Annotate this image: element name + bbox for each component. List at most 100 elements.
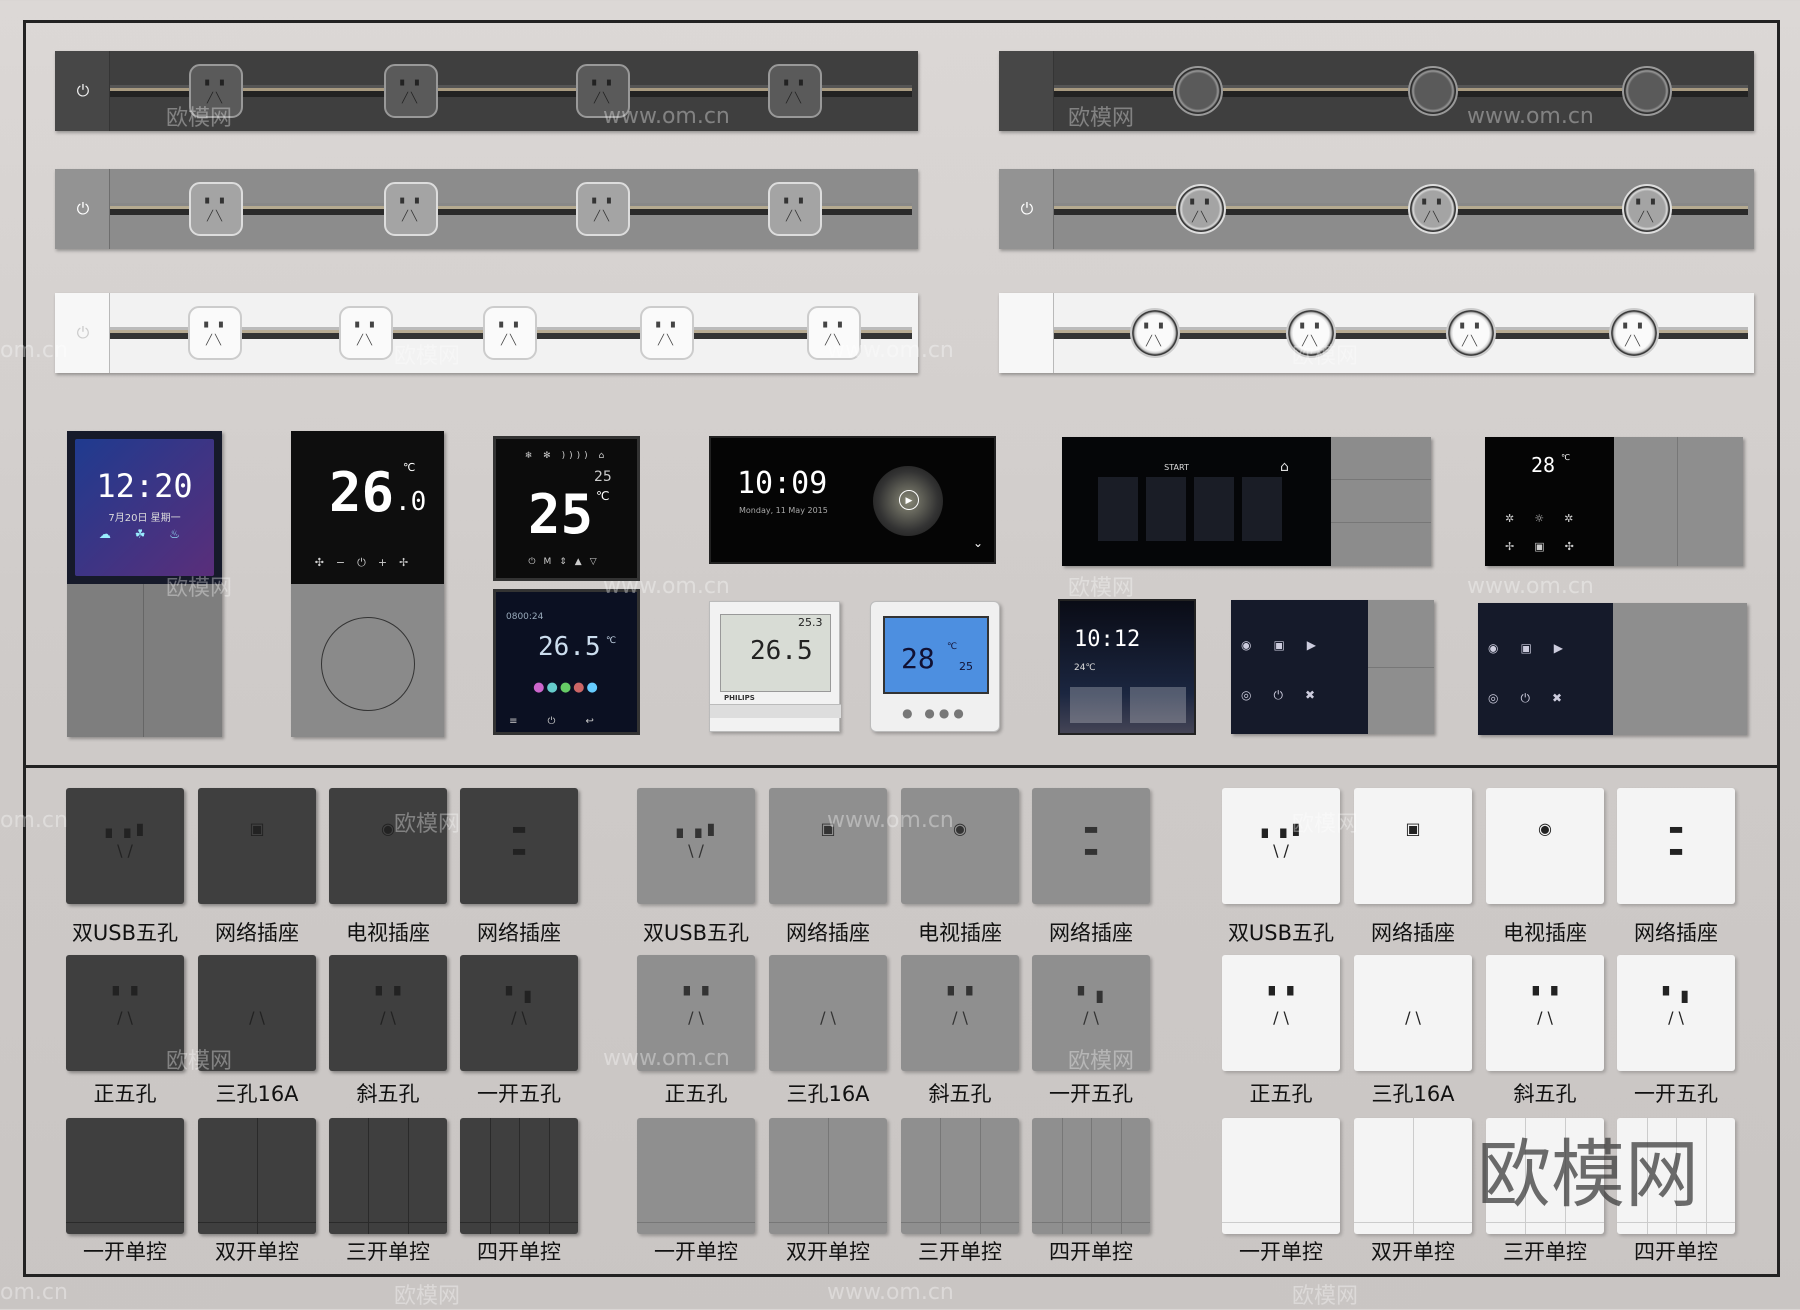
grey-wall-plate[interactable]: ▣ bbox=[769, 788, 887, 904]
grey-wall-plate[interactable]: ◉ bbox=[901, 788, 1019, 904]
socket-holes-icon: ▣ bbox=[820, 819, 836, 838]
round-outlet-module[interactable] bbox=[1173, 66, 1223, 116]
round-outlet-module[interactable]: ▘▝ ╱╲ bbox=[1286, 308, 1336, 358]
grey-wall-plate[interactable]: ▬ ▬ bbox=[1032, 788, 1150, 904]
dial-knob[interactable] bbox=[321, 617, 415, 711]
bottom-nav-icons[interactable]: ≡⏻↩ bbox=[496, 716, 637, 727]
panel-scene-4k-a[interactable]: ◉▣▶ ◎⏻✖ bbox=[1231, 600, 1434, 734]
track-end-cap bbox=[999, 293, 1054, 373]
round-outlet-module[interactable] bbox=[1622, 66, 1672, 116]
panel-scene-4k-b[interactable]: ◉▣▶ ◎⏻✖ bbox=[1478, 603, 1747, 735]
dark-wall-plate[interactable]: / \ bbox=[198, 955, 316, 1071]
white-wall-plate[interactable]: ▬ ▬ bbox=[1617, 788, 1735, 904]
touch-icons[interactable]: ✲☼✲ ✢▣✣ bbox=[1505, 505, 1597, 561]
square-outlet-module[interactable]: ▘▝ ╱╲ bbox=[807, 306, 861, 360]
app-card[interactable] bbox=[1130, 687, 1186, 723]
white-wall-plate[interactable]: ▖▗ ▮ \ / bbox=[1222, 788, 1340, 904]
panel-philips-thermostat[interactable]: 26.5 25.3 PHILIPS bbox=[709, 601, 841, 732]
dark-wall-plate[interactable]: ▘ ▮ / \ bbox=[460, 955, 578, 1071]
square-outlet-module[interactable]: ▘▝ ╱╲ bbox=[384, 182, 438, 236]
watermark-cn: 欧模网 bbox=[1292, 1284, 1359, 1309]
grey-wall-plate[interactable]: ▘▝ / \ bbox=[637, 955, 755, 1071]
scene-icons[interactable]: ◉▣▶ ◎⏻✖ bbox=[1241, 620, 1361, 720]
square-outlet-module[interactable]: ▘▝ ╱╲ bbox=[339, 306, 393, 360]
white-wall-plate[interactable] bbox=[1222, 1118, 1340, 1234]
power-icon[interactable]: ⏻ bbox=[74, 200, 92, 218]
grey-wall-plate[interactable] bbox=[1032, 1118, 1150, 1234]
grey-wall-plate[interactable] bbox=[769, 1118, 887, 1234]
round-outlet-module[interactable]: ▘▝ ╱╲ bbox=[1408, 184, 1458, 234]
mode-buttons[interactable]: ●●●●● bbox=[496, 680, 637, 695]
white-wall-plate[interactable]: / \ bbox=[1354, 955, 1472, 1071]
white-wall-plate[interactable]: ▘ ▮ / \ bbox=[1617, 955, 1735, 1071]
dark-wall-plate[interactable]: ◉ bbox=[329, 788, 447, 904]
switch-key-right[interactable] bbox=[1331, 437, 1431, 480]
white-wall-plate[interactable]: ▘▝ / \ bbox=[1486, 955, 1604, 1071]
white-wall-plate[interactable]: ◉ bbox=[1486, 788, 1604, 904]
square-outlet-module[interactable]: ▘▝ ╱╲ bbox=[768, 182, 822, 236]
plate-label: 四开单控 bbox=[477, 1240, 561, 1264]
dark-wall-plate[interactable] bbox=[66, 1118, 184, 1234]
panel-touch-thermostat[interactable]: 28 ℃ ✲☼✲ ✢▣✣ bbox=[1485, 437, 1743, 566]
square-outlet-module[interactable]: ▘▝ ╱╲ bbox=[640, 306, 694, 360]
white-wall-plate[interactable]: ▣ bbox=[1354, 788, 1472, 904]
dark-wall-plate[interactable] bbox=[460, 1118, 578, 1234]
switch-key-right[interactable] bbox=[1614, 437, 1678, 566]
panel-touch-clock[interactable]: 12:20 7月20日 星期一 ☁ ☘ ♨ bbox=[67, 431, 222, 737]
outlet-holes-icon: ▘▝ ╱╲ bbox=[499, 323, 521, 346]
panel-music-clock[interactable]: 10:09 Monday, 11 May 2015 ▶ ⌄ bbox=[709, 436, 996, 564]
panel-weather-clock[interactable]: 10:12 24℃ bbox=[1058, 599, 1196, 735]
round-outlet-module[interactable]: ▘▝ ╱╲ bbox=[1609, 308, 1659, 358]
socket-holes-icon: ▬ ▬ bbox=[1668, 819, 1684, 860]
power-icon[interactable]: ⏻ bbox=[74, 82, 92, 100]
square-outlet-module[interactable]: ▘▝ ╱╲ bbox=[768, 64, 822, 118]
square-outlet-module[interactable]: ▘▝ ╱╲ bbox=[483, 306, 537, 360]
white-wall-plate[interactable]: ▘▝ / \ bbox=[1222, 955, 1340, 1071]
round-outlet-module[interactable]: ▘▝ ╱╲ bbox=[1446, 308, 1496, 358]
square-outlet-module[interactable]: ▘▝ ╱╲ bbox=[189, 64, 243, 118]
square-outlet-module[interactable]: ▘▝ ╱╲ bbox=[188, 306, 242, 360]
square-outlet-module[interactable]: ▘▝ ╱╲ bbox=[576, 182, 630, 236]
grey-wall-plate[interactable]: ▘ ▮ / \ bbox=[1032, 955, 1150, 1071]
round-outlet-module[interactable]: ▘▝ ╱╲ bbox=[1176, 184, 1226, 234]
dark-wall-plate[interactable]: ▘▝ / \ bbox=[329, 955, 447, 1071]
chevron-down-icon[interactable]: ⌄ bbox=[973, 536, 983, 550]
switch-key-right[interactable] bbox=[1368, 667, 1434, 668]
grey-wall-plate[interactable] bbox=[637, 1118, 755, 1234]
panel-blue-lcd-thermostat[interactable]: 28 ℃ 25 ● ●●● bbox=[870, 601, 1000, 732]
dark-wall-plate[interactable]: ▖▗ ▮ \ / bbox=[66, 788, 184, 904]
philips-temp: 26.5 bbox=[750, 636, 813, 666]
grey-wall-plate[interactable] bbox=[901, 1118, 1019, 1234]
round-outlet-module[interactable] bbox=[1408, 66, 1458, 116]
dark-wall-plate[interactable]: ▘▝ / \ bbox=[66, 955, 184, 1071]
home-icon[interactable]: ⌂ bbox=[1280, 459, 1289, 475]
square-outlet-module[interactable]: ▘▝ ╱╲ bbox=[189, 182, 243, 236]
panel-ac-thermostat[interactable]: ❄ ✻ )))) ⌂ 25 ℃ 25 ⏻M⇕▲▽ bbox=[493, 436, 640, 581]
dark-wall-plate[interactable]: ▬ ▬ bbox=[460, 788, 578, 904]
weather-card[interactable] bbox=[1070, 687, 1122, 723]
dark-wall-plate[interactable]: ▣ bbox=[198, 788, 316, 904]
power-icon[interactable]: ⏻ bbox=[1018, 200, 1036, 218]
socket-holes-icon: ▘▝ / \ bbox=[683, 986, 709, 1027]
scene-icons[interactable]: ◉▣▶ ◎⏻✖ bbox=[1488, 623, 1608, 723]
scene-grid[interactable] bbox=[1098, 477, 1288, 541]
switch-key-right[interactable] bbox=[1331, 480, 1431, 523]
play-icon[interactable]: ▶ bbox=[899, 490, 919, 510]
round-outlet-module[interactable]: ▘▝ ╱╲ bbox=[1622, 184, 1672, 234]
dark-wall-plate[interactable] bbox=[329, 1118, 447, 1234]
square-outlet-module[interactable]: ▘▝ ╱╲ bbox=[384, 64, 438, 118]
panel-scene-control[interactable]: START ⌂ bbox=[1062, 437, 1431, 566]
panel-floor-heating[interactable]: 0800:24 26.5 ℃ ●●●●● ≡⏻↩ bbox=[493, 589, 640, 735]
square-outlet-module[interactable]: ▘▝ ╱╲ bbox=[576, 64, 630, 118]
panel-thermostat-dial[interactable]: 26 .0 ℃ ✣−⏻+✢ bbox=[291, 431, 444, 737]
grey-wall-plate[interactable]: / \ bbox=[769, 955, 887, 1071]
white-wall-plate[interactable] bbox=[1354, 1118, 1472, 1234]
switch-key-left[interactable] bbox=[67, 584, 144, 737]
grey-wall-plate[interactable]: ▘▝ / \ bbox=[901, 955, 1019, 1071]
philips-buttons[interactable] bbox=[710, 704, 841, 718]
lcd-buttons[interactable]: ● ●●● bbox=[871, 706, 999, 720]
dark-wall-plate[interactable] bbox=[198, 1118, 316, 1234]
grey-wall-plate[interactable]: ▖▗ ▮ \ / bbox=[637, 788, 755, 904]
power-icon[interactable]: ⏻ bbox=[74, 324, 92, 342]
round-outlet-module[interactable]: ▘▝ ╱╲ bbox=[1130, 308, 1180, 358]
